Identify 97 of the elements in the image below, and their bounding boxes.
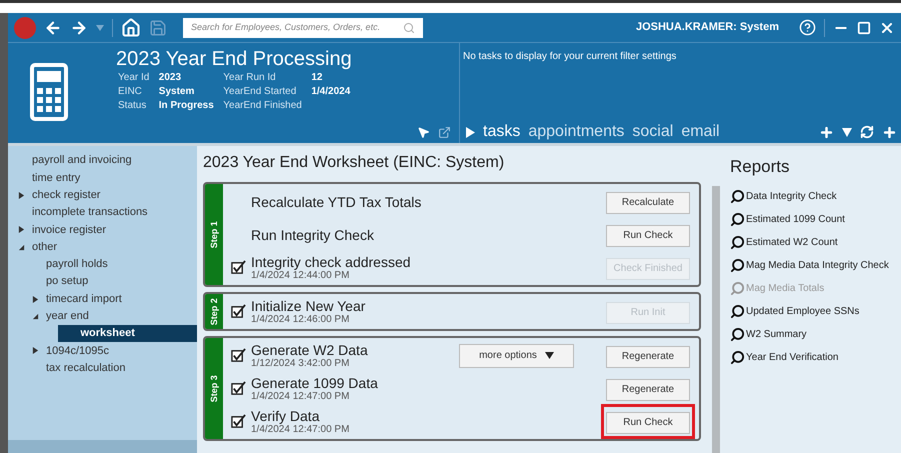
collapsed-triangle-icon[interactable] — [32, 347, 39, 354]
search-icon — [730, 258, 745, 272]
add-icon[interactable] — [882, 124, 897, 140]
task-time: 1/4/2024 12:44:00 PM — [251, 270, 350, 282]
panel-tab[interactable]: tasks — [483, 120, 520, 144]
add-icon[interactable] — [819, 124, 834, 140]
collapsed-triangle-icon[interactable] — [18, 226, 25, 234]
search-icon — [730, 304, 745, 318]
search-icon — [730, 188, 745, 204]
report-link[interactable]: Updated Employee SSNs — [746, 304, 860, 318]
field-label: YearEnd Finished — [223, 99, 303, 113]
search-icon — [730, 280, 745, 296]
sidebar-item[interactable]: check register — [32, 186, 100, 204]
field-label: Year Run Id — [223, 71, 277, 85]
sidebar-item[interactable]: po setup — [46, 273, 88, 290]
step-label: Step 2 — [207, 298, 220, 325]
report-link[interactable]: Data Integrity Check — [746, 188, 837, 204]
sidebar-item[interactable]: tax recalculation — [46, 360, 126, 376]
sidebar-item[interactable]: year end — [46, 308, 89, 325]
expanded-triangle-icon[interactable] — [32, 312, 39, 320]
search-icon — [730, 350, 745, 364]
forward-icon[interactable] — [70, 18, 88, 36]
panel-tab[interactable]: appointments — [528, 120, 624, 144]
field-label: Year Id — [118, 71, 150, 85]
popout-icon[interactable] — [438, 126, 451, 138]
dropdown-arrow-icon — [544, 352, 554, 359]
tasks-message: No tasks to display for your current filter settings — [462, 50, 678, 64]
sidebar-item[interactable]: invoice register — [32, 222, 106, 238]
task-time: 1/4/2024 12:47:00 PM — [251, 424, 350, 436]
home-icon[interactable] — [121, 18, 141, 38]
checked-checkbox-icon[interactable] — [231, 414, 246, 429]
sidebar-item[interactable]: other — [32, 238, 58, 256]
task-time: 1/4/2024 12:47:00 PM — [251, 390, 350, 402]
panel-tab[interactable]: social — [632, 120, 674, 144]
checked-checkbox-icon[interactable] — [231, 348, 246, 363]
task-name: Generate W2 Data — [251, 342, 369, 358]
panel-tab[interactable]: email — [681, 120, 720, 144]
scrollbar[interactable] — [712, 186, 720, 453]
search-icon — [730, 326, 745, 342]
sidebar-item[interactable]: time entry — [32, 170, 80, 186]
back-icon[interactable] — [44, 18, 62, 36]
user-name: JOSHUA.KRAMER: System — [636, 20, 779, 36]
field-value: In Progress — [158, 99, 215, 113]
task-name: Integrity check addressed — [251, 254, 412, 270]
more-options-button[interactable]: more options — [459, 344, 574, 368]
checked-checkbox-icon[interactable] — [231, 260, 246, 275]
step-label: Step 1 — [207, 221, 220, 248]
report-link[interactable]: Mag Media Data Integrity Check — [746, 258, 889, 272]
page-title: 2023 Year End Processing — [116, 47, 352, 71]
worksheet-title: 2023 Year End Worksheet (EINC: System) — [203, 153, 506, 173]
task-time: 1/12/2024 3:42:00 PM — [251, 358, 350, 370]
field-label: Status — [118, 99, 148, 113]
field-label: YearEnd Started — [223, 85, 298, 99]
action-button[interactable]: Regenerate — [606, 378, 690, 401]
calculator-icon — [30, 63, 68, 121]
expanded-triangle-icon[interactable] — [18, 244, 25, 251]
search-icon — [403, 22, 415, 34]
field-value: 12 — [311, 71, 324, 85]
sidebar-item[interactable]: worksheet — [58, 325, 197, 342]
search-field[interactable]: Search for Employees, Customers, Orders, etc. — [183, 18, 423, 38]
sidebar-item[interactable]: payroll and invoicing — [32, 152, 132, 169]
filter-icon[interactable] — [842, 128, 852, 136]
search-icon — [730, 212, 745, 226]
sidebar-item[interactable]: 1094c/1095c — [46, 342, 109, 360]
task-time: 1/4/2024 12:46:00 PM — [251, 314, 350, 326]
sidebar-item[interactable]: timecard import — [46, 290, 122, 308]
task-name: Verify Data — [251, 408, 320, 424]
action-button[interactable]: Regenerate — [606, 346, 690, 368]
action-button[interactable]: Recalculate — [606, 192, 690, 214]
sidebar-item[interactable]: payroll holds — [46, 256, 108, 273]
step-label: Step 3 — [207, 375, 220, 402]
help-icon[interactable] — [799, 19, 816, 36]
field-label: EINC — [118, 85, 143, 99]
report-link[interactable]: W2 Summary — [746, 326, 807, 342]
reports-title: Reports — [730, 156, 791, 178]
task-name: Run Integrity Check — [251, 226, 375, 242]
field-value: 2023 — [158, 71, 182, 85]
checked-checkbox-icon[interactable] — [231, 381, 246, 396]
report-link[interactable]: Estimated W2 Count — [746, 234, 838, 250]
field-value: 1/4/2024 — [311, 85, 352, 99]
collapsed-triangle-icon[interactable] — [32, 296, 39, 303]
maximize-icon[interactable] — [857, 20, 871, 34]
task-name: Generate 1099 Data — [251, 374, 379, 390]
action-button[interactable]: Run Check — [606, 224, 690, 247]
sidebar-item[interactable]: incomplete transactions — [32, 204, 148, 221]
checked-checkbox-icon[interactable] — [231, 304, 246, 319]
pointer-icon[interactable] — [417, 126, 430, 138]
search-icon — [730, 234, 745, 250]
task-name: Initialize New Year — [251, 298, 366, 314]
refresh-icon[interactable] — [860, 125, 874, 139]
action-button[interactable]: Run Check — [606, 412, 690, 434]
collapsed-triangle-icon[interactable] — [18, 192, 25, 199]
report-link[interactable]: Year End Verification — [746, 350, 838, 364]
task-name: Recalculate YTD Tax Totals — [251, 194, 422, 210]
report-link[interactable]: Estimated 1099 Count — [746, 212, 845, 226]
play-icon[interactable] — [466, 126, 475, 138]
field-value: System — [158, 85, 196, 99]
